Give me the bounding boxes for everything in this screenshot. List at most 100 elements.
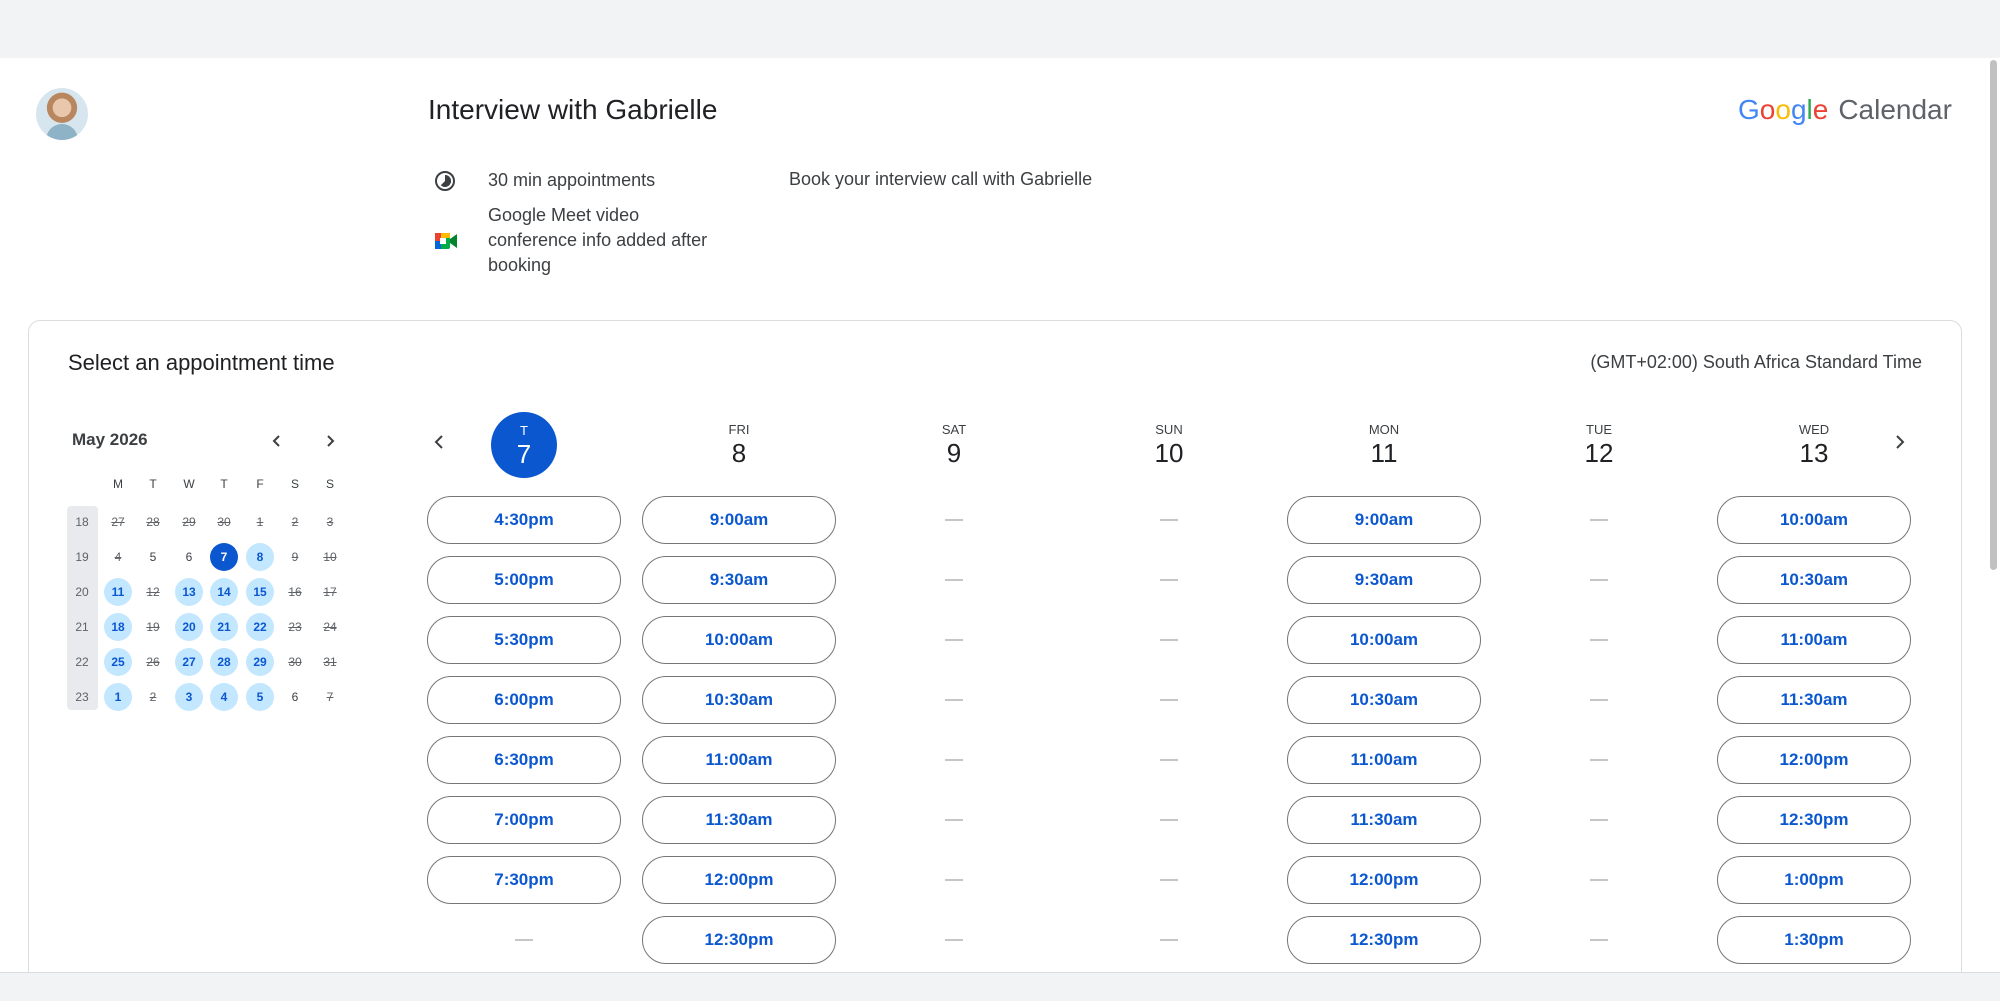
mini-calendar-day[interactable]: 13 [175, 578, 203, 606]
no-slot-dash [945, 699, 963, 701]
mini-calendar-day[interactable]: 28 [210, 648, 238, 676]
time-slot-button[interactable]: 11:30am [1287, 796, 1481, 844]
time-slot-button[interactable]: 9:00am [642, 496, 836, 544]
mini-calendar-day: 17 [323, 585, 337, 599]
mini-calendar-day: 5 [149, 550, 157, 564]
time-slot-button[interactable]: 1:00pm [1717, 856, 1911, 904]
no-slot-dash [945, 939, 963, 941]
google-meet-icon [435, 233, 457, 249]
mini-calendar-day[interactable]: 8 [246, 543, 274, 571]
time-slot-button[interactable]: 12:30pm [1287, 916, 1481, 964]
day-number: 13 [1799, 438, 1829, 468]
mini-calendar-day: 9 [291, 550, 299, 564]
time-slot-button[interactable]: 9:00am [1287, 496, 1481, 544]
browser-top-band [0, 0, 2000, 58]
mini-calendar-day[interactable]: 21 [210, 613, 238, 641]
mini-calendar-day[interactable]: 27 [175, 648, 203, 676]
mini-calendar-day: 12 [146, 585, 160, 599]
next-week-button[interactable] [1883, 426, 1915, 458]
mini-calendar-day: 2 [149, 690, 157, 704]
time-slot-button[interactable]: 6:30pm [427, 736, 621, 784]
no-slot-dash [945, 579, 963, 581]
time-slot-button[interactable]: 5:30pm [427, 616, 621, 664]
time-slot-button[interactable]: 10:30am [642, 676, 836, 724]
time-slot-button[interactable]: 11:00am [1287, 736, 1481, 784]
no-slot-dash [1590, 819, 1608, 821]
time-slot-button[interactable]: 11:30am [642, 796, 836, 844]
mini-calendar-day[interactable]: 7 [210, 543, 238, 571]
mini-calendar-day: 23 [288, 620, 302, 634]
mini-calendar-day: 29 [182, 515, 196, 529]
time-slot-button[interactable]: 12:00pm [642, 856, 836, 904]
week-number: 19 [75, 550, 89, 564]
day-abbr: SAT [941, 422, 967, 437]
mini-calendar-day[interactable]: 15 [246, 578, 274, 606]
scrollbar-thumb[interactable] [1990, 60, 1997, 570]
mini-calendar-day: 6 [291, 690, 299, 704]
mini-calendar-day[interactable]: 1 [104, 683, 132, 711]
time-slot-button[interactable]: 11:00am [642, 736, 836, 784]
day-number: 8 [731, 438, 747, 468]
week-number: 22 [75, 655, 89, 669]
brand-letter: o [1759, 94, 1776, 125]
mini-calendar-day[interactable]: 5 [246, 683, 274, 711]
time-slot-button[interactable]: 10:00am [642, 616, 836, 664]
no-slot-dash [1590, 939, 1608, 941]
brand-letter: G [1738, 94, 1760, 125]
page-scrollbar[interactable] [1988, 58, 2000, 972]
no-slot-dash [515, 939, 533, 941]
mini-calendar-day[interactable]: 11 [104, 578, 132, 606]
day-number: 11 [1370, 438, 1398, 468]
mini-prev-month-button[interactable] [262, 426, 292, 456]
time-slot-button[interactable]: 10:00am [1717, 496, 1911, 544]
duration-text: 30 min appointments [488, 170, 656, 190]
mini-calendar-day: 26 [146, 655, 160, 669]
mini-calendar-day[interactable]: 4 [210, 683, 238, 711]
mini-calendar-day[interactable]: 20 [175, 613, 203, 641]
day-abbr: WED [1798, 422, 1830, 437]
mini-next-month-button[interactable] [315, 426, 345, 456]
time-slot-button[interactable]: 12:30pm [642, 916, 836, 964]
time-slot-button[interactable]: 9:30am [642, 556, 836, 604]
day-number: 9 [946, 438, 962, 468]
chevron-right-icon [1896, 435, 1905, 449]
mini-calendar-day[interactable]: 3 [175, 683, 203, 711]
mini-calendar-day[interactable]: 18 [104, 613, 132, 641]
time-slot-button[interactable]: 12:00pm [1287, 856, 1481, 904]
mini-calendar-day[interactable]: 29 [246, 648, 274, 676]
day-number: 7 [516, 439, 532, 469]
time-slot-button[interactable]: 7:00pm [427, 796, 621, 844]
brand-letter: o [1775, 94, 1791, 125]
week-number-column [67, 506, 98, 710]
prev-week-button[interactable] [424, 426, 456, 458]
mini-calendar-day: 1 [256, 515, 264, 529]
mini-calendar-day[interactable]: 22 [246, 613, 274, 641]
mini-calendar-day[interactable]: 14 [210, 578, 238, 606]
mini-calendar-day[interactable]: 25 [104, 648, 132, 676]
mini-calendar-day: 2 [291, 515, 299, 529]
no-slot-dash [945, 819, 963, 821]
time-slot-button[interactable]: 1:30pm [1717, 916, 1911, 964]
weekday-header: W [183, 477, 195, 491]
weekday-header: M [113, 477, 123, 491]
time-slot-button[interactable]: 5:00pm [427, 556, 621, 604]
time-slot-button[interactable]: 6:00pm [427, 676, 621, 724]
time-slot-button[interactable]: 10:30am [1287, 676, 1481, 724]
mini-calendar-day: 4 [114, 550, 122, 564]
no-slot-dash [1160, 759, 1178, 761]
time-slot-button[interactable]: 4:30pm [427, 496, 621, 544]
time-slot-button[interactable]: 10:00am [1287, 616, 1481, 664]
time-slot-button[interactable]: 11:00am [1717, 616, 1911, 664]
mini-calendar-day: 7 [326, 690, 334, 704]
time-slot-button[interactable]: 12:00pm [1717, 736, 1911, 784]
time-slot-button[interactable]: 7:30pm [427, 856, 621, 904]
no-slot-dash [1160, 879, 1178, 881]
time-slot-button[interactable]: 9:30am [1287, 556, 1481, 604]
time-slot-button[interactable]: 10:30am [1717, 556, 1911, 604]
weekday-header: T [220, 477, 228, 491]
time-slot-button[interactable]: 12:30pm [1717, 796, 1911, 844]
day-abbr: TUE [1586, 422, 1612, 437]
select-time-title: Select an appointment time [68, 350, 335, 375]
time-slot-button[interactable]: 11:30am [1717, 676, 1911, 724]
timezone-selector[interactable]: (GMT+02:00) South Africa Standard Time [1588, 352, 1922, 373]
